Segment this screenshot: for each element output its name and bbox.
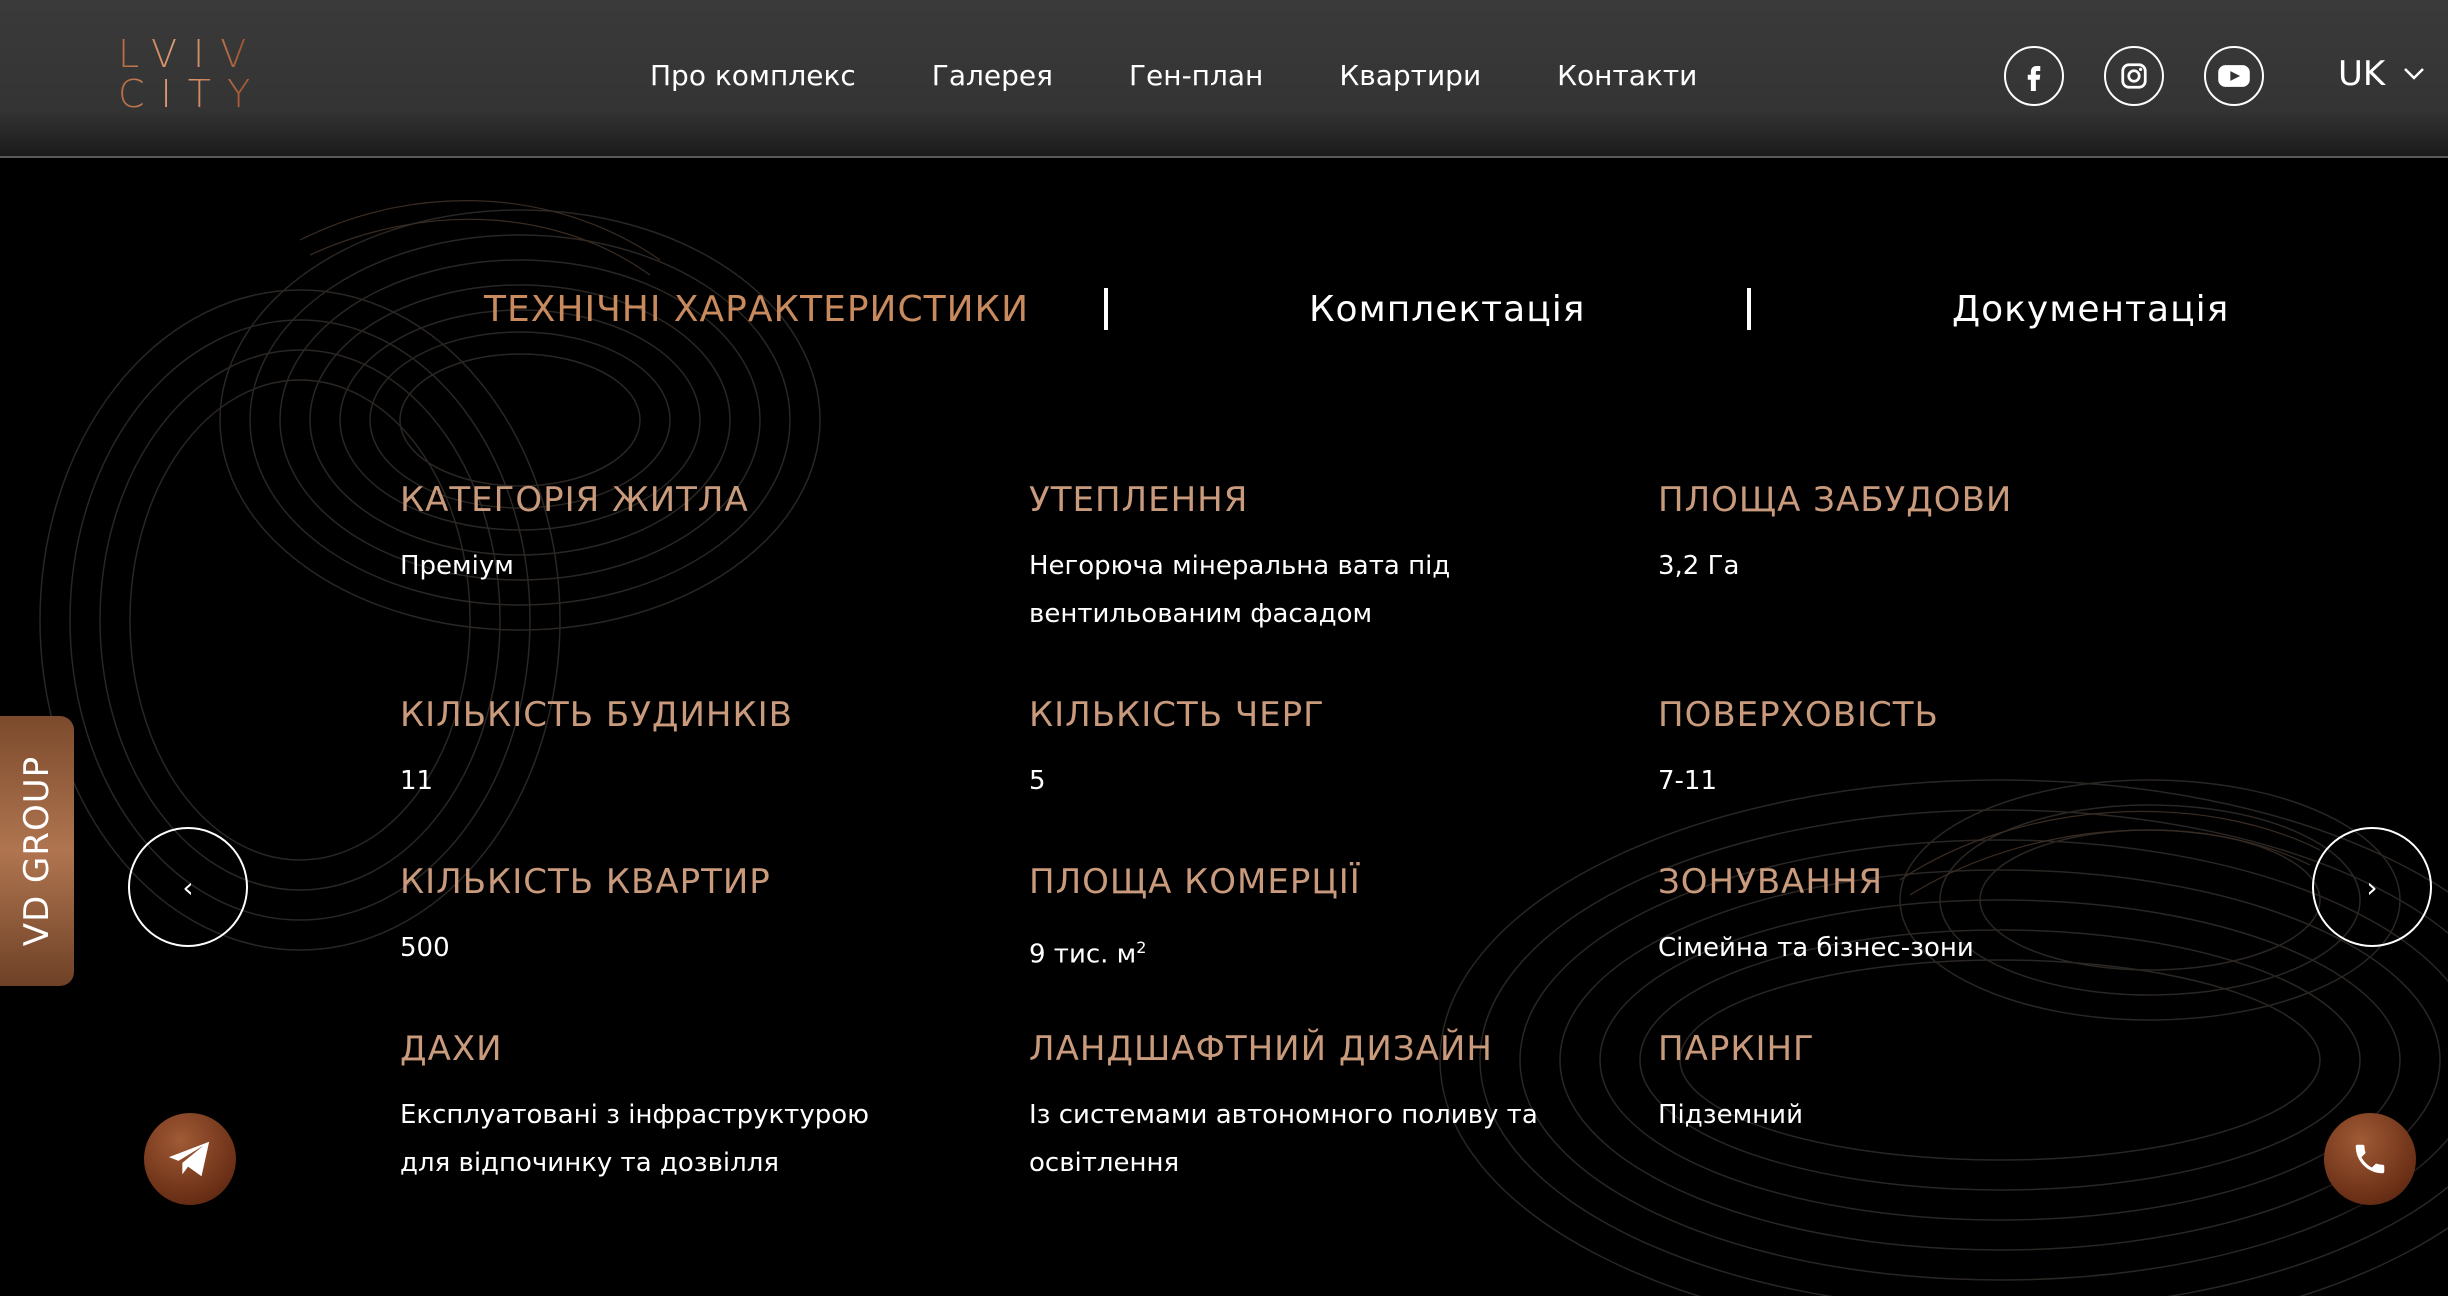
language-selector[interactable]: UK <box>2338 54 2425 94</box>
facebook-icon <box>2027 66 2041 91</box>
spec-label: КІЛЬКІСТЬ КВАРТИР <box>400 862 771 902</box>
spec-value-superscript: 2 <box>1136 938 1147 957</box>
nav-item-master-plan[interactable]: Ген-план <box>1129 56 1263 96</box>
spec-value: 5 <box>1029 766 1046 796</box>
spec-value: 9 тис. м2 <box>1029 924 1589 979</box>
spec-label: КІЛЬКІСТЬ БУДИНКІВ <box>400 695 793 735</box>
logo-line-2: CITY <box>118 74 304 114</box>
spec-value: 500 <box>400 933 450 963</box>
phone-icon <box>2355 1144 2385 1174</box>
tab-divider <box>1104 288 1108 330</box>
youtube-button[interactable] <box>2204 46 2264 106</box>
spec-value: Підземний <box>1658 1100 1803 1130</box>
spec-item: ДАХИ Експлуатовані з інфраструктурою для… <box>400 1027 960 1187</box>
spec-label: КІЛЬКІСТЬ ЧЕРГ <box>1029 695 1325 735</box>
spec-label: ПАРКІНГ <box>1658 1029 1815 1069</box>
spec-value-line: Із системами автономного поливу та <box>1029 1100 1538 1130</box>
spec-item: УТЕПЛЕННЯ Негорюча мінеральна вата під в… <box>1029 478 1589 638</box>
spec-value: Експлуатовані з інфраструктурою для відп… <box>400 1091 960 1187</box>
page: LVIV CITY Про комплекс Галерея Ген-план … <box>0 0 2448 1296</box>
spec-label: ПОВЕРХОВІСТЬ <box>1658 695 1939 735</box>
spec-item: КАТЕГОРІЯ ЖИТЛА Преміум <box>400 478 960 590</box>
chevron-down-icon <box>2404 68 2425 80</box>
spec-label: ЛАНДШАФТНИЙ ДИЗАЙН <box>1029 1029 1493 1069</box>
spec-item: ПОВЕРХОВІСТЬ 7-11 <box>1658 693 2218 805</box>
nav-item-apartments[interactable]: Квартири <box>1339 56 1481 96</box>
spec-value: Негорюча мінеральна вата під вентильован… <box>1029 542 1589 638</box>
telegram-button[interactable] <box>144 1113 236 1205</box>
spec-item: КІЛЬКІСТЬ БУДИНКІВ 11 <box>400 693 960 805</box>
tab-equipment[interactable]: Комплектація <box>1309 282 1585 338</box>
nav-item-about[interactable]: Про комплекс <box>650 56 856 96</box>
chevron-right-icon: › <box>2366 870 2378 904</box>
prev-slide-button[interactable]: ‹ <box>128 827 248 947</box>
social-links <box>2004 46 2264 106</box>
spec-value-line: Негорюча мінеральна вата під <box>1029 551 1451 581</box>
spec-value: 3,2 Га <box>1658 551 1740 581</box>
logo-line-1: LVIV <box>118 34 304 74</box>
facebook-button[interactable] <box>2004 46 2064 106</box>
nav-item-gallery[interactable]: Галерея <box>932 56 1053 96</box>
vd-group-label: VD GROUP <box>17 755 57 947</box>
spec-value: Із системами автономного поливу та освіт… <box>1029 1091 1589 1187</box>
spec-item: ПЛОЩА ЗАБУДОВИ 3,2 Га <box>1658 478 2218 590</box>
spec-value-line: освітлення <box>1029 1148 1180 1178</box>
spec-value-text: 9 тис. м <box>1029 939 1137 970</box>
youtube-icon <box>2218 65 2250 87</box>
spec-value: 11 <box>400 766 434 796</box>
site-header: LVIV CITY Про комплекс Галерея Ген-план … <box>0 0 2448 158</box>
nav-item-contacts[interactable]: Контакти <box>1557 56 1697 96</box>
spec-item: ПЛОЩА КОМЕРЦІЇ 9 тис. м2 <box>1029 860 1589 979</box>
tab-technical-specs[interactable]: ТЕХНІЧНІ ХАРАКТЕРИСТИКИ <box>484 282 1029 338</box>
spec-label: КАТЕГОРІЯ ЖИТЛА <box>400 480 749 520</box>
spec-item: ПАРКІНГ Підземний <box>1658 1027 2218 1139</box>
spec-value-line: вентильованим фасадом <box>1029 599 1373 629</box>
tab-documentation[interactable]: Документація <box>1952 282 2229 338</box>
spec-label: ДАХИ <box>400 1029 503 1069</box>
telegram-icon <box>168 1141 210 1177</box>
spec-item: КІЛЬКІСТЬ ЧЕРГ 5 <box>1029 693 1589 805</box>
spec-value-line: Експлуатовані з інфраструктурою <box>400 1100 870 1130</box>
spec-tabs: ТЕХНІЧНІ ХАРАКТЕРИСТИКИ Комплектація Док… <box>0 282 2448 338</box>
main-nav: Про комплекс Галерея Ген-план Квартири К… <box>650 56 1773 96</box>
spec-value: Преміум <box>400 551 514 581</box>
language-current: UK <box>2338 54 2386 94</box>
spec-label: ПЛОЩА ЗАБУДОВИ <box>1658 480 2013 520</box>
logo[interactable]: LVIV CITY <box>118 34 304 114</box>
spec-item: ЗОНУВАННЯ Сімейна та бізнес-зони <box>1658 860 2218 972</box>
spec-label: ЗОНУВАННЯ <box>1658 862 1884 902</box>
next-slide-button[interactable]: › <box>2312 827 2432 947</box>
spec-item: КІЛЬКІСТЬ КВАРТИР 500 <box>400 860 960 972</box>
vd-group-badge[interactable]: VD GROUP <box>0 716 74 986</box>
spec-label: ПЛОЩА КОМЕРЦІЇ <box>1029 862 1361 902</box>
spec-value-line: для відпочинку та дозвілля <box>400 1148 780 1178</box>
phone-button[interactable] <box>2324 1113 2416 1205</box>
instagram-icon <box>2121 63 2147 89</box>
instagram-button[interactable] <box>2104 46 2164 106</box>
chevron-left-icon: ‹ <box>182 870 194 904</box>
spec-value: 7-11 <box>1658 766 1718 796</box>
spec-item: ЛАНДШАФТНИЙ ДИЗАЙН Із системами автономн… <box>1029 1027 1589 1187</box>
spec-label: УТЕПЛЕННЯ <box>1029 480 1249 520</box>
tab-divider <box>1747 288 1751 330</box>
spec-value: Сімейна та бізнес-зони <box>1658 933 1974 963</box>
